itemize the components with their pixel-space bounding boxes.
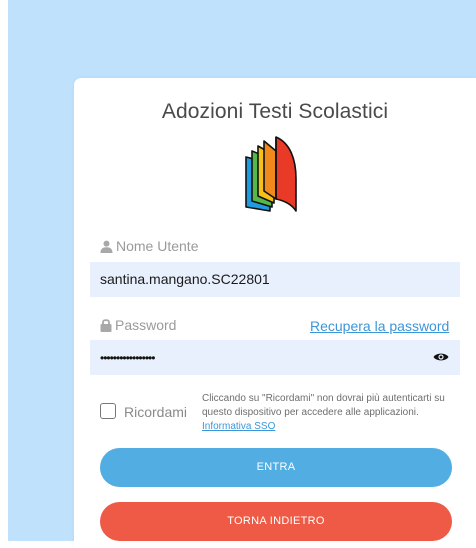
sso-info-link[interactable]: Informativa SSO bbox=[202, 421, 275, 432]
remember-label[interactable]: Ricordami bbox=[124, 404, 187, 420]
book-logo-icon bbox=[245, 136, 297, 212]
page-title: Adozioni Testi Scolastici bbox=[161, 100, 389, 123]
remember-checkbox[interactable] bbox=[100, 403, 116, 419]
username-label: Nome Utente bbox=[100, 238, 198, 254]
username-field[interactable]: santina.mangano.SC22801 bbox=[90, 262, 460, 297]
login-card: Adozioni Testi Scolastici Nome Utente sa… bbox=[74, 78, 476, 548]
remember-note: Cliccando su "Ricordami" non dovrai più … bbox=[202, 392, 464, 434]
username-value: santina.mangano.SC22801 bbox=[100, 271, 270, 287]
password-label-text: Password bbox=[115, 317, 177, 333]
user-icon bbox=[100, 240, 113, 253]
username-label-text: Nome Utente bbox=[116, 238, 199, 254]
back-button[interactable]: TORNA INDIETRO bbox=[100, 502, 452, 541]
lock-icon bbox=[100, 319, 112, 332]
enter-button[interactable]: ENTRA bbox=[100, 448, 452, 487]
password-field[interactable]: ••••••••••••••••• bbox=[90, 340, 460, 375]
password-value: ••••••••••••••••• bbox=[100, 351, 155, 365]
recover-password-link[interactable]: Recupera la password bbox=[310, 318, 449, 334]
eye-icon[interactable] bbox=[433, 350, 449, 364]
password-label: Password bbox=[100, 317, 176, 333]
remember-note-text: Cliccando su "Ricordami" non dovrai più … bbox=[202, 393, 445, 418]
